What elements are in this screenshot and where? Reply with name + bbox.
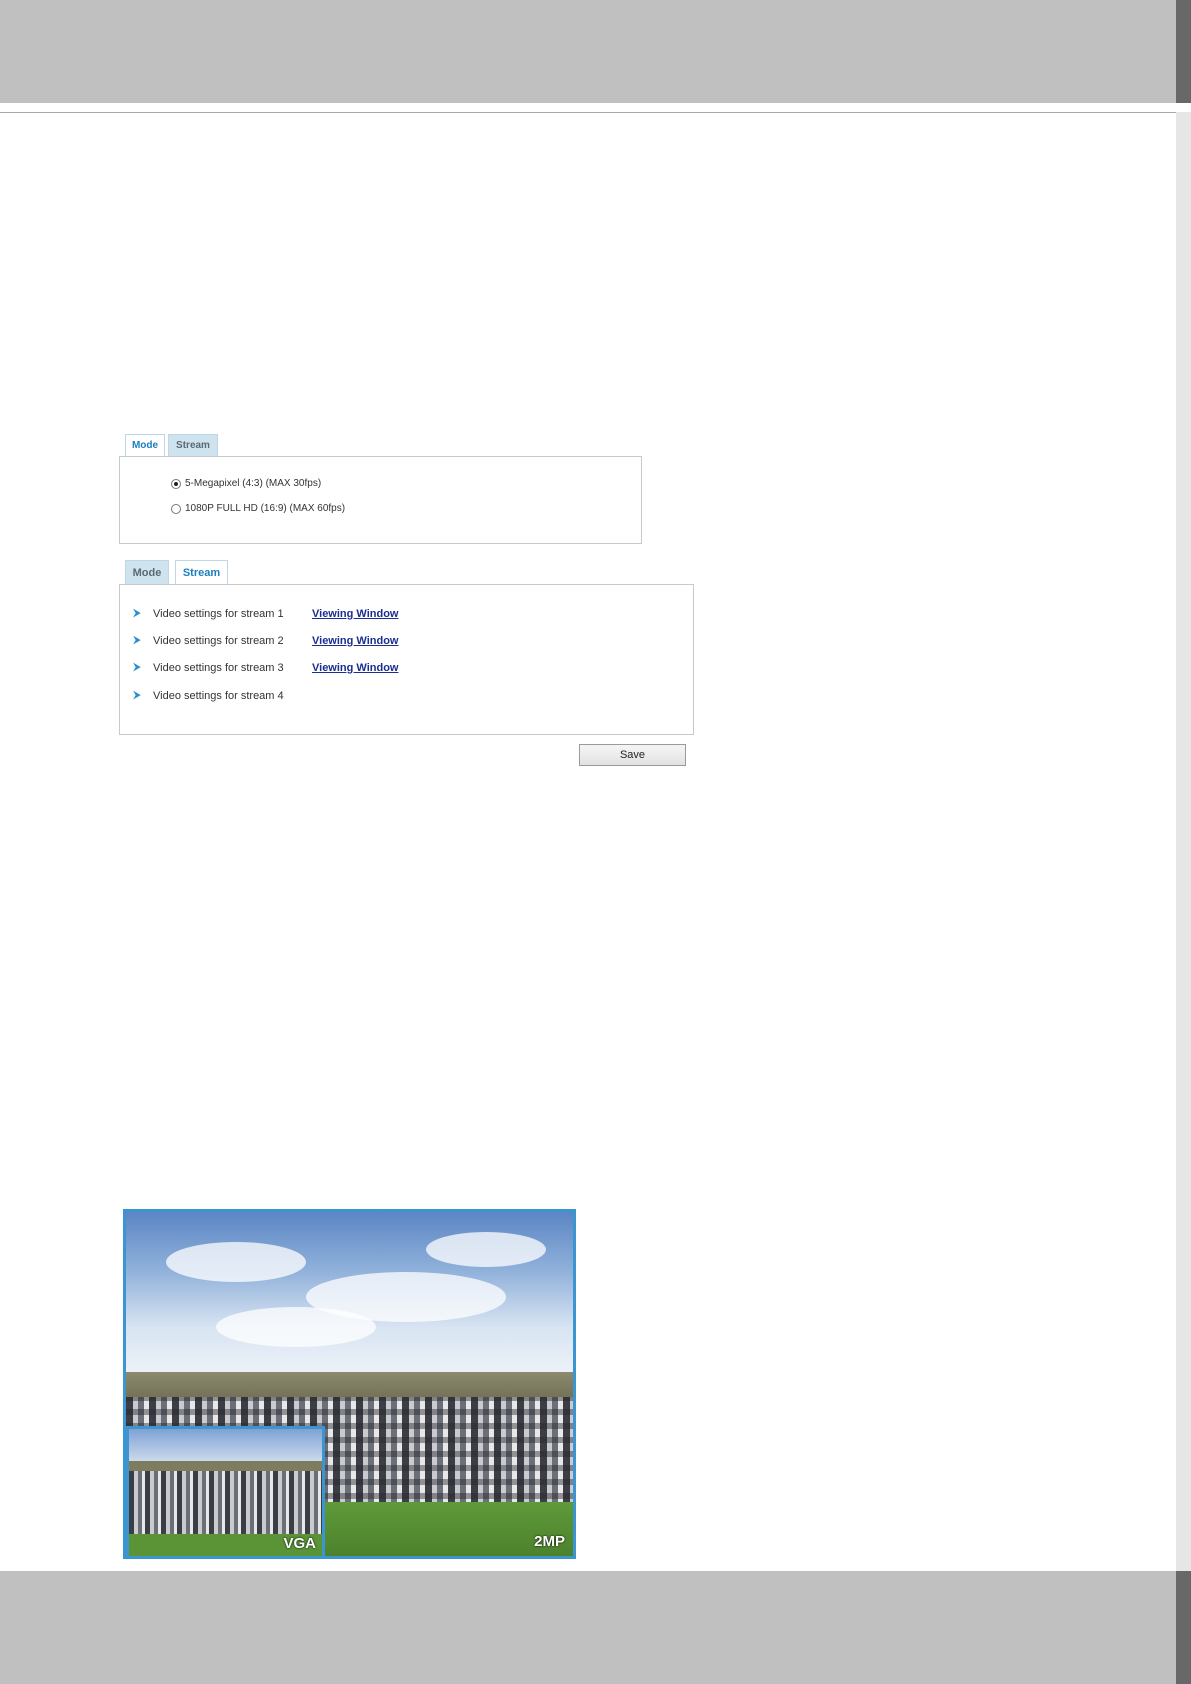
- chevron-right-icon[interactable]: ⮞: [133, 607, 153, 620]
- stream-preview-photo: VGA 2MP: [123, 1209, 576, 1559]
- tab-mode[interactable]: Mode: [125, 560, 169, 585]
- stream-row-4: ⮞ Video settings for stream 4: [133, 689, 312, 702]
- save-button[interactable]: Save: [579, 744, 686, 766]
- page-edge-strip: [1176, 0, 1191, 1684]
- stream-row-label: Video settings for stream 1: [153, 607, 284, 620]
- viewing-window-link-1[interactable]: Viewing Window: [312, 608, 398, 620]
- viewing-window-link-2[interactable]: Viewing Window: [312, 635, 398, 647]
- tab-mode[interactable]: Mode: [125, 434, 165, 456]
- stream-row-label: Video settings for stream 2: [153, 634, 284, 647]
- footer-band: [0, 1571, 1191, 1684]
- mode-option-label: 5-Megapixel (4:3) (MAX 30fps): [185, 478, 322, 489]
- stream-row-2: ⮞ Video settings for stream 2 Viewing Wi…: [133, 634, 398, 647]
- header-rule: [0, 112, 1191, 113]
- mode-option-5mp[interactable]: 5-Megapixel (4:3) (MAX 30fps): [171, 478, 321, 489]
- stream-row-label: Video settings for stream 3: [153, 661, 284, 674]
- tab-stream[interactable]: Stream: [175, 560, 228, 585]
- viewing-window-link-3[interactable]: Viewing Window: [312, 662, 398, 674]
- stream-row-3: ⮞ Video settings for stream 3 Viewing Wi…: [133, 661, 398, 674]
- vga-inset: VGA: [126, 1426, 325, 1556]
- mode-option-1080p[interactable]: 1080P FULL HD (16:9) (MAX 60fps): [171, 503, 345, 514]
- tab-stream[interactable]: Stream: [168, 434, 218, 456]
- stream-row-label: Video settings for stream 4: [153, 689, 284, 702]
- radio-5mp[interactable]: [171, 478, 181, 489]
- chevron-right-icon[interactable]: ⮞: [133, 634, 153, 647]
- chevron-right-icon[interactable]: ⮞: [133, 689, 153, 702]
- mode-option-label: 1080P FULL HD (16:9) (MAX 60fps): [185, 503, 346, 514]
- 2mp-label: 2MP: [534, 1533, 565, 1550]
- vga-label: VGA: [283, 1535, 316, 1552]
- mode-panel: [119, 456, 642, 544]
- stream-row-1: ⮞ Video settings for stream 1 Viewing Wi…: [133, 607, 398, 620]
- header-band: [0, 0, 1191, 103]
- radio-1080p[interactable]: [171, 503, 181, 514]
- chevron-right-icon[interactable]: ⮞: [133, 661, 153, 674]
